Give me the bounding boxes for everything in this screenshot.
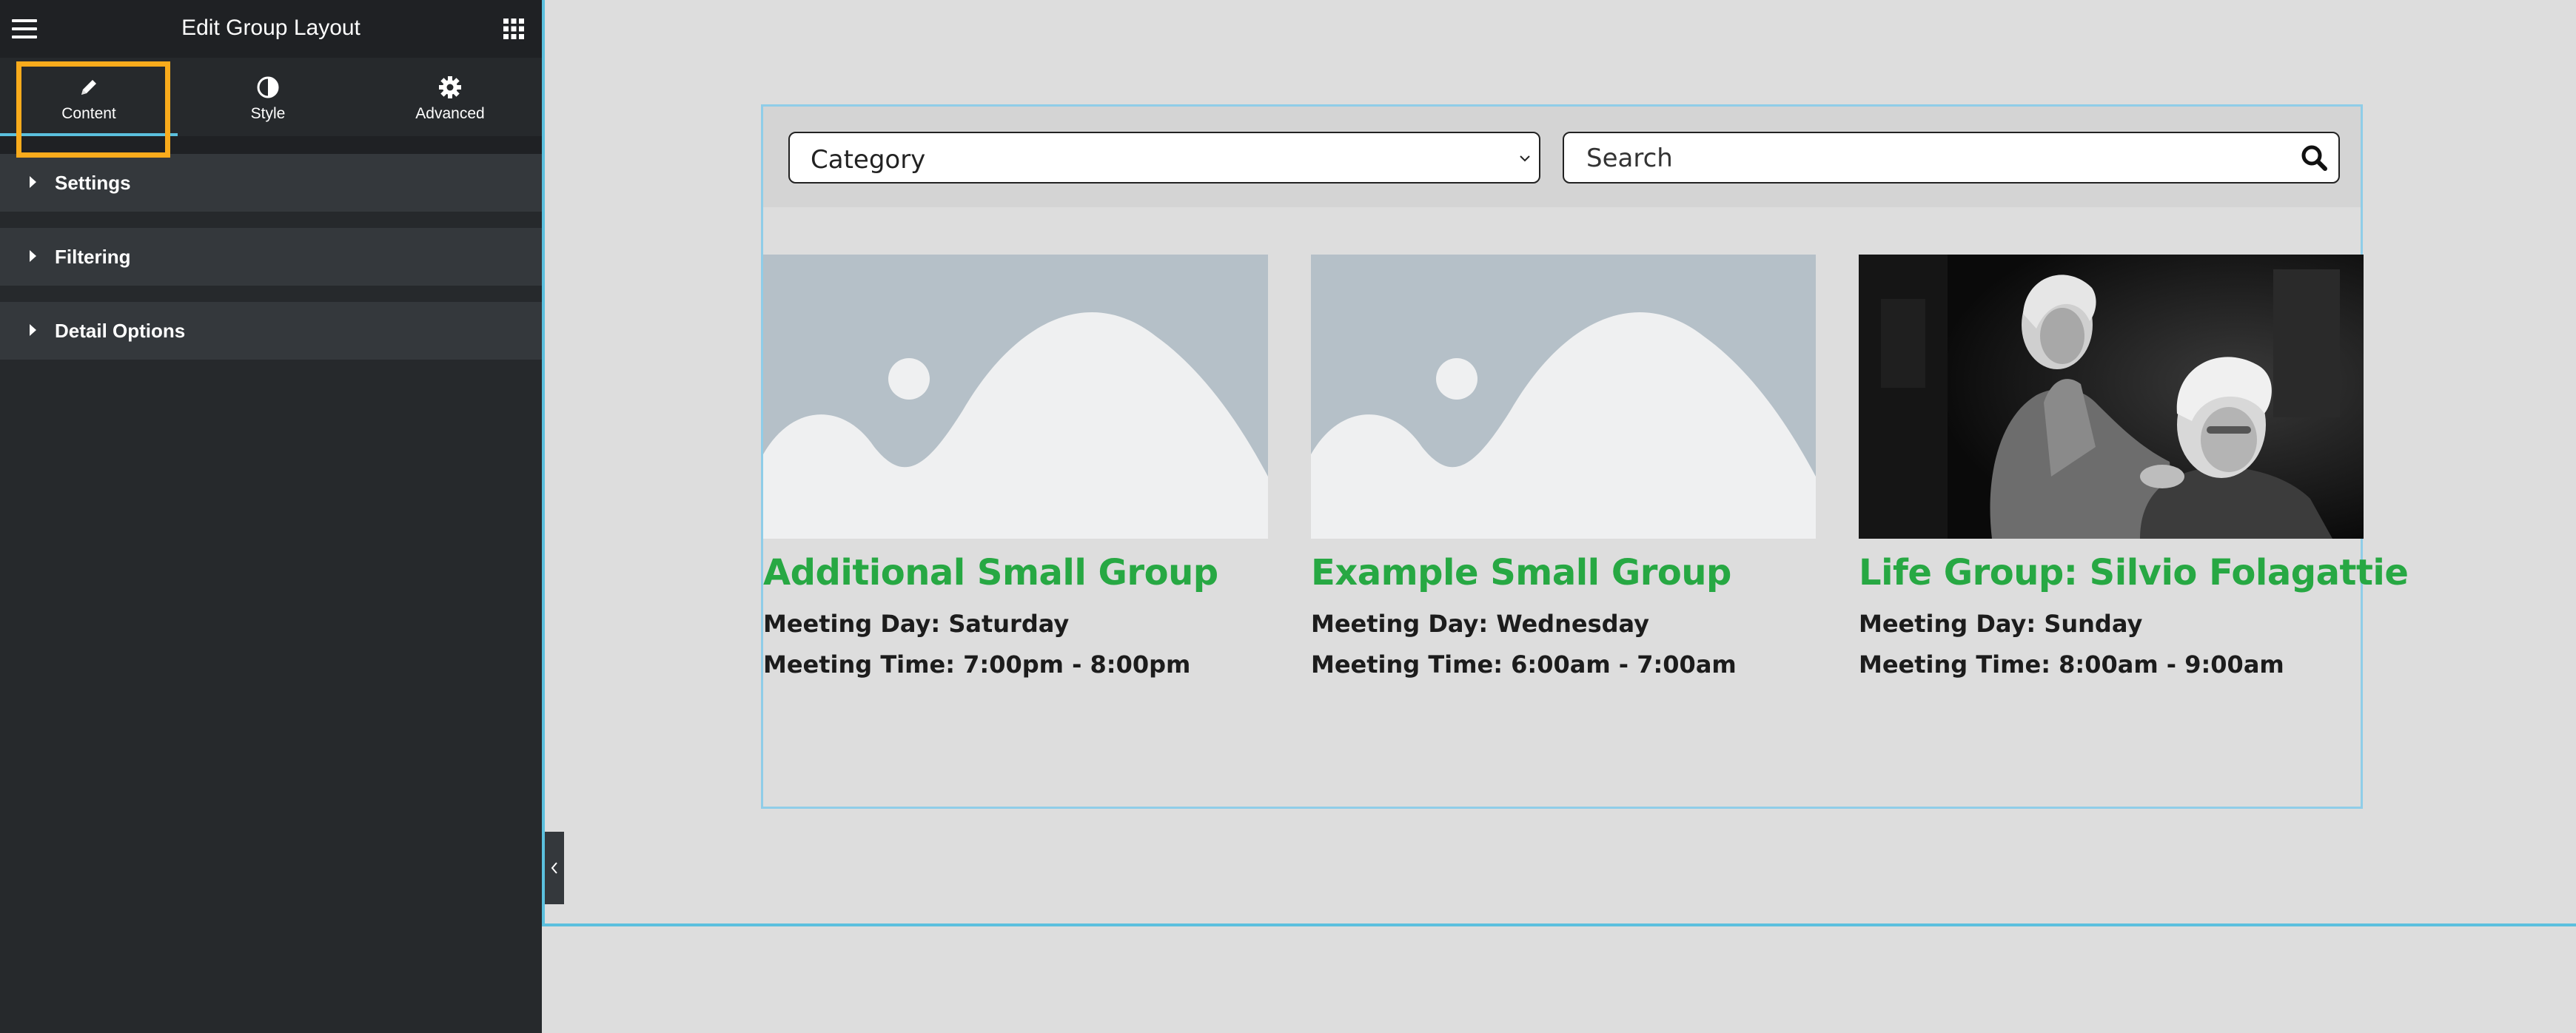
tab-advanced-label: Advanced <box>415 105 485 122</box>
section-filtering[interactable]: Filtering <box>0 228 542 286</box>
caret-right-icon <box>30 324 36 336</box>
meeting-time: Meeting Time: 8:00am - 9:00am <box>1859 650 2284 679</box>
panel-title: Edit Group Layout <box>181 16 360 40</box>
section-boundary-line <box>545 923 2576 926</box>
search-icon[interactable] <box>2300 144 2330 173</box>
section-detail-options-label: Detail Options <box>55 320 186 342</box>
category-select[interactable]: Category <box>788 132 1540 184</box>
group-layout-widget[interactable]: Category Additional Small Group Meeting … <box>761 104 2409 809</box>
section-settings[interactable]: Settings <box>0 154 542 212</box>
placeholder-image[interactable] <box>763 255 1268 539</box>
section-settings-label: Settings <box>55 172 131 194</box>
gear-icon <box>439 76 461 98</box>
chevron-left-icon <box>551 862 557 874</box>
sidebar-edge <box>542 0 545 926</box>
meeting-day: Meeting Day: Sunday <box>1859 610 2143 638</box>
caret-right-icon <box>30 250 36 262</box>
group-title-link[interactable]: Example Small Group <box>1311 552 1731 593</box>
meeting-day: Meeting Day: Wednesday <box>1311 610 1649 638</box>
meeting-time: Meeting Time: 6:00am - 7:00am <box>1311 650 1737 679</box>
group-title-link[interactable]: Life Group: Silvio Folagattie <box>1859 552 2409 593</box>
meeting-day: Meeting Day: Saturday <box>763 610 1070 638</box>
chevron-down-icon <box>1520 155 1530 162</box>
sidebar-header: Edit Group Layout <box>0 0 542 58</box>
section-filtering-label: Filtering <box>55 246 131 268</box>
content-tab-highlight <box>16 61 170 158</box>
tab-advanced[interactable]: Advanced <box>361 58 539 136</box>
placeholder-image[interactable] <box>1311 255 1816 539</box>
group-title-link[interactable]: Additional Small Group <box>763 552 1218 593</box>
search-input[interactable] <box>1586 144 2297 173</box>
contrast-icon <box>257 76 279 98</box>
category-select-value: Category <box>811 145 926 175</box>
apps-grid-icon[interactable] <box>503 18 524 39</box>
filter-bar: Category <box>763 107 2361 207</box>
section-detail-options[interactable]: Detail Options <box>0 302 542 360</box>
search-box[interactable] <box>1563 132 2340 184</box>
collapse-panel-button[interactable] <box>545 832 564 904</box>
meeting-time: Meeting Time: 7:00pm - 8:00pm <box>763 650 1191 679</box>
group-photo[interactable] <box>1859 255 2364 539</box>
caret-right-icon <box>30 176 36 188</box>
tab-style[interactable]: Style <box>179 58 357 136</box>
tab-style-label: Style <box>250 105 286 122</box>
